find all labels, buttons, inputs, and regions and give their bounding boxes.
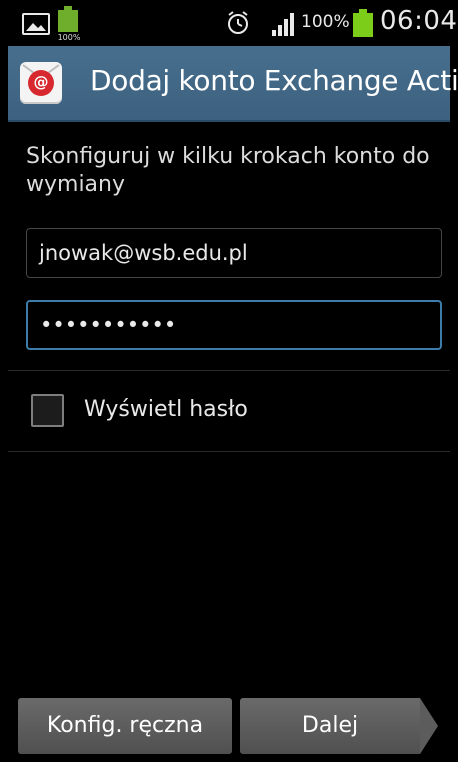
email-field[interactable]: jnowak@wsb.edu.pl bbox=[26, 228, 442, 278]
image-icon bbox=[22, 13, 50, 35]
next-button[interactable]: Dalej bbox=[240, 698, 438, 754]
battery-percent: 100% bbox=[301, 12, 350, 32]
signal-icon bbox=[270, 10, 300, 42]
phone-screen: 100% 100% 06:04 @ Dodaj konto Exchange A… bbox=[0, 0, 458, 762]
show-password-label: Wyświetl hasło bbox=[84, 397, 248, 422]
divider-bottom bbox=[8, 451, 450, 452]
battery-small-icon: 100% bbox=[58, 6, 80, 42]
battery-icon bbox=[353, 9, 373, 37]
clock: 06:04 bbox=[380, 6, 458, 36]
email-app-icon[interactable]: @ bbox=[20, 62, 62, 104]
next-button-label: Dalej bbox=[301, 713, 359, 738]
next-arrow-icon bbox=[420, 698, 438, 754]
show-password-row[interactable]: Wyświetl hasło bbox=[8, 371, 450, 451]
manual-setup-button[interactable]: Konfig. ręczna bbox=[18, 698, 232, 754]
page-title: Dodaj konto Exchange Activ.. bbox=[90, 64, 458, 97]
setup-instructions: Skonfiguruj w kilku krokach konto do wym… bbox=[26, 144, 430, 197]
action-bar: @ Dodaj konto Exchange Activ.. bbox=[8, 46, 458, 122]
show-password-checkbox[interactable] bbox=[31, 394, 64, 427]
bottom-button-bar: Konfig. ręczna Dalej bbox=[8, 688, 450, 762]
at-sign-icon: @ bbox=[28, 70, 54, 96]
right-bezel bbox=[450, 0, 458, 762]
password-field[interactable]: ••••••••••• bbox=[26, 300, 442, 350]
left-bezel bbox=[0, 0, 8, 762]
alarm-icon bbox=[225, 10, 251, 40]
status-bar: 100% 100% 06:04 bbox=[8, 0, 457, 46]
small-battery-percent: 100% bbox=[57, 33, 81, 42]
